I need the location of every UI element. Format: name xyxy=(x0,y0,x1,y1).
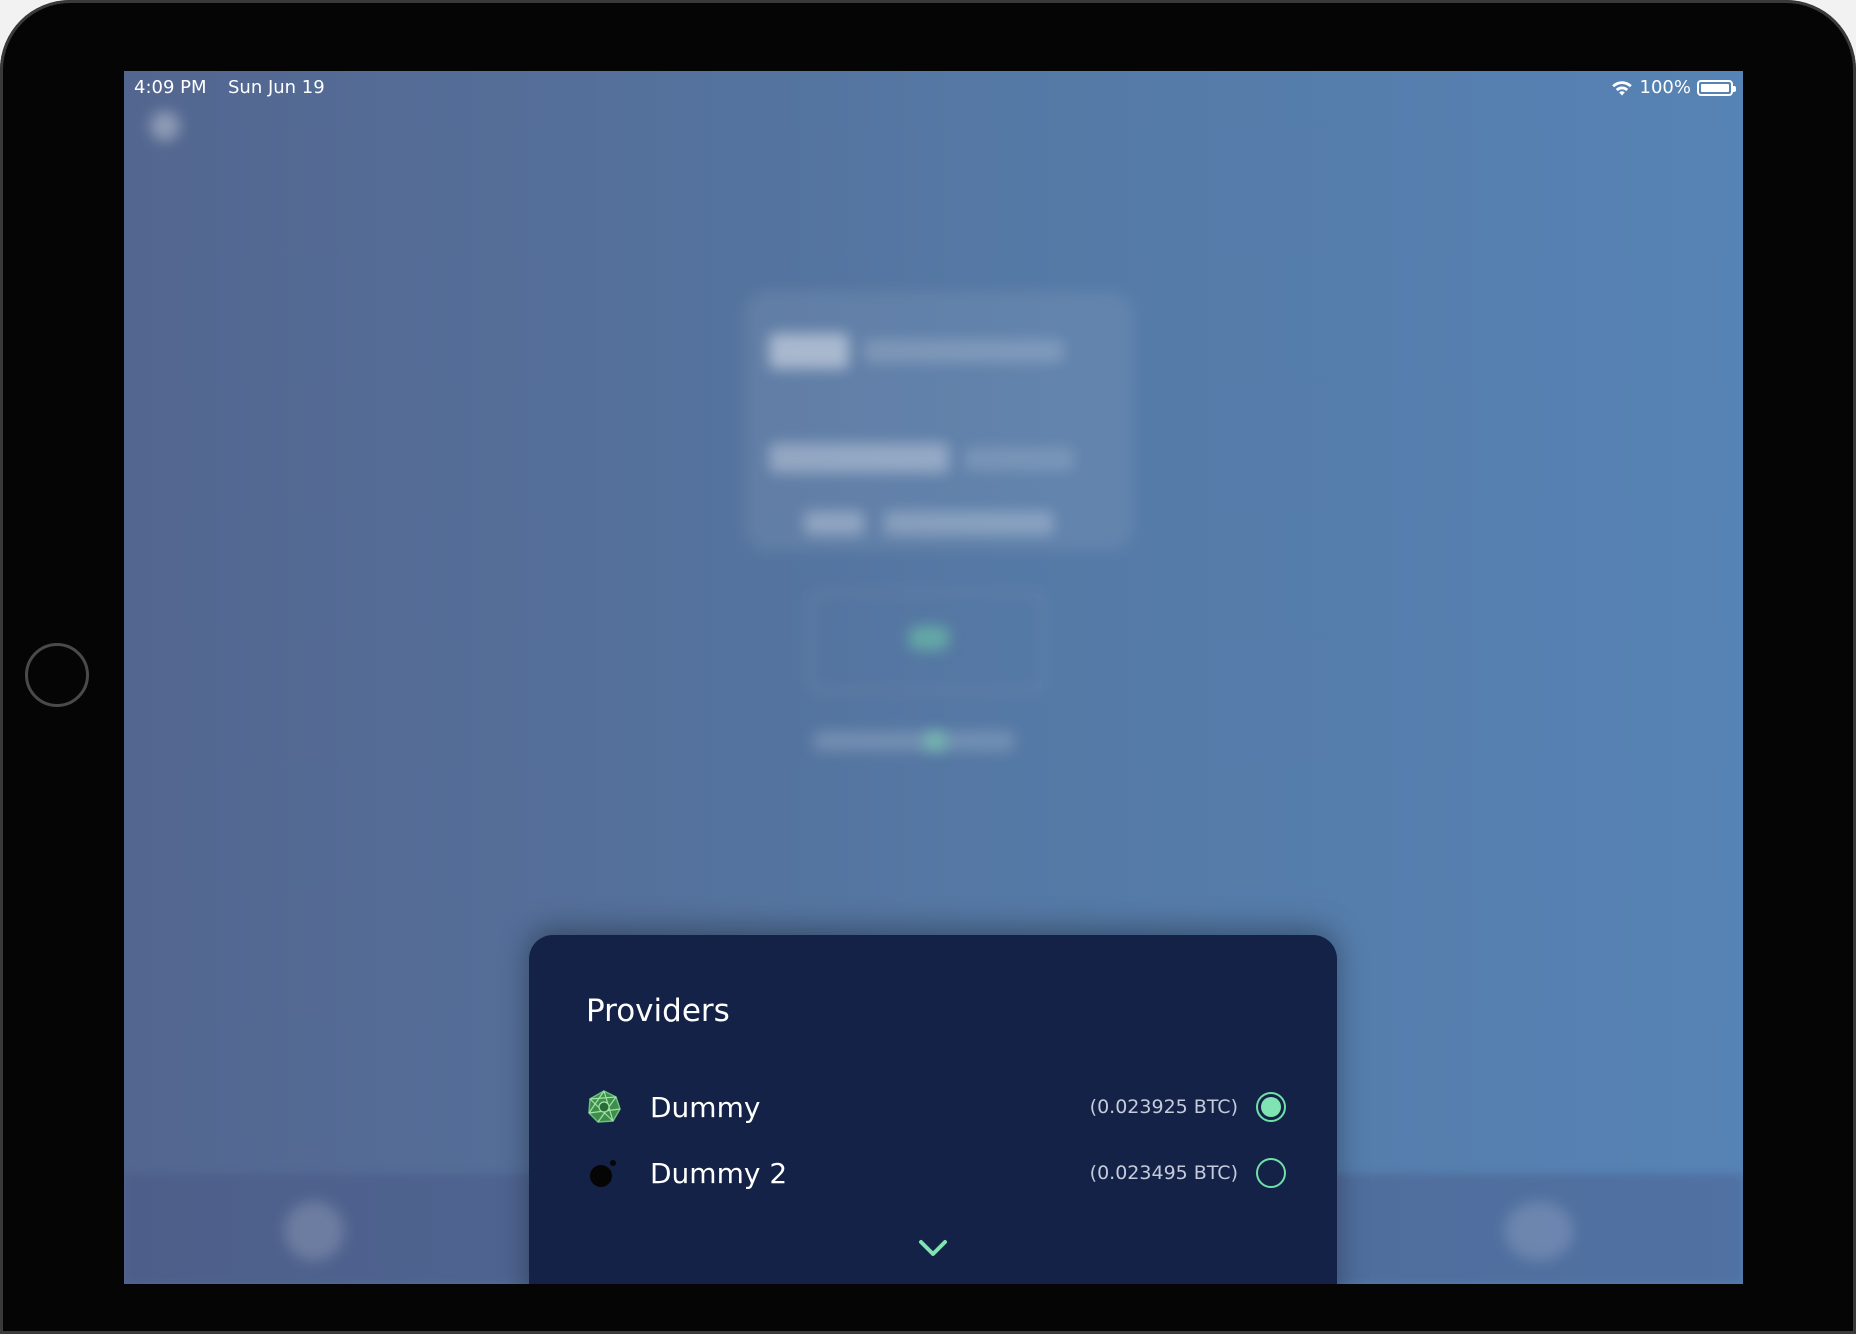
provider-amount: (0.023925 BTC) xyxy=(1089,1096,1238,1118)
green-network-logo-icon xyxy=(586,1089,622,1125)
sheet-title: Providers xyxy=(586,993,730,1029)
blurred-tab-icon xyxy=(284,1201,344,1261)
provider-row-dummy-2[interactable]: Dummy 2 (0.023495 BTC) xyxy=(586,1151,1286,1195)
black-bomb-logo-icon xyxy=(586,1155,622,1191)
provider-name: Dummy 2 xyxy=(650,1156,788,1190)
chevron-down-icon[interactable] xyxy=(917,1235,949,1261)
blurred-back-button xyxy=(150,111,180,141)
battery-percentage: 100% xyxy=(1639,77,1691,98)
radio-selected[interactable] xyxy=(1256,1092,1286,1122)
blurred-text xyxy=(804,511,864,535)
battery-icon xyxy=(1697,79,1736,96)
blurred-text xyxy=(769,333,849,369)
provider-row-dummy[interactable]: Dummy (0.023925 BTC) xyxy=(586,1085,1286,1129)
blurred-text xyxy=(769,443,949,473)
radio-unselected[interactable] xyxy=(1256,1158,1286,1188)
blurred-text xyxy=(814,731,1014,751)
blurred-text xyxy=(964,447,1074,471)
home-button[interactable] xyxy=(25,643,89,707)
blurred-accent xyxy=(924,731,946,751)
provider-name: Dummy xyxy=(650,1090,761,1124)
status-bar: 4:09 PM Sun Jun 19 100% xyxy=(124,71,1743,105)
status-date: Sun Jun 19 xyxy=(228,77,325,98)
blurred-tab-icon xyxy=(1504,1201,1574,1261)
ipad-frame: 4:09 PM Sun Jun 19 100% Providers Dummy … xyxy=(0,0,1856,1334)
screen: 4:09 PM Sun Jun 19 100% Providers Dummy … xyxy=(124,71,1743,1284)
blurred-page-title xyxy=(146,203,217,243)
status-indicators: 100% xyxy=(1610,77,1736,98)
providers-sheet: Providers Dummy (0.023925 BTC) Dummy 2 (… xyxy=(529,935,1337,1284)
radio-dot xyxy=(1261,1097,1281,1117)
blurred-accent xyxy=(909,626,949,650)
provider-amount: (0.023495 BTC) xyxy=(1089,1162,1238,1184)
blurred-text xyxy=(864,339,1064,363)
status-time: 4:09 PM xyxy=(134,77,207,98)
blurred-text xyxy=(884,511,1054,535)
wifi-icon xyxy=(1611,80,1632,95)
